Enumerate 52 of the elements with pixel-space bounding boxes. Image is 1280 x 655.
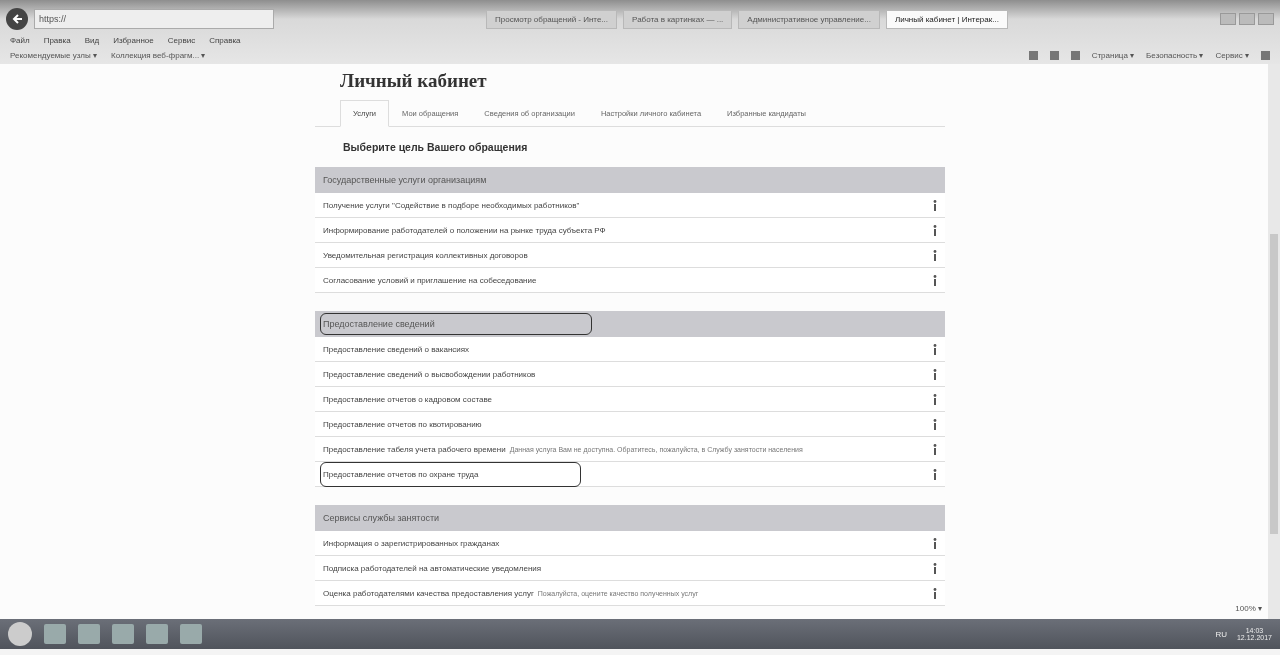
menu-item[interactable]: Сервис — [167, 36, 196, 45]
browser-tab[interactable]: Личный кабинет | Интерак... — [885, 9, 1008, 29]
service-label: Информирование работодателей о положении на рынке труда субъекта РФ — [323, 225, 606, 235]
zoom-level[interactable]: 100% ▾ — [1235, 604, 1262, 613]
menu-item[interactable]: Правка — [43, 36, 71, 45]
service-label: Согласование условий и приглашение на собеседование — [323, 275, 537, 285]
browser-tab[interactable]: Административное управление... — [738, 9, 880, 29]
address-field[interactable]: https:// — [34, 9, 274, 29]
service-label: Предоставление сведений о вакансиях — [323, 344, 470, 354]
service-label: Предоставление сведений о высвобождении работников — [323, 369, 536, 379]
category-title: Государственные услуги организациям — [323, 174, 488, 187]
info-icon[interactable] — [933, 224, 937, 236]
command-menu[interactable]: Сервис ▾ — [1215, 51, 1249, 60]
section-heading: Выберите цель Вашего обращения — [343, 141, 529, 153]
service-label: Предоставление отчетов по охране труда — [323, 464, 579, 484]
menu-item[interactable]: Файл — [10, 36, 30, 45]
menu-item[interactable]: Справка — [209, 36, 241, 45]
browser-tab[interactable]: Работа в картинках — ... — [623, 9, 733, 29]
language-indicator[interactable]: RU — [1215, 629, 1227, 639]
category-title: Сервисы службы занятости — [323, 512, 441, 525]
menu-item[interactable]: Вид — [84, 36, 100, 45]
service-row[interactable]: Предоставление отчетов по охране труда — [315, 462, 945, 487]
back-button[interactable] — [6, 8, 28, 30]
favorites-link[interactable]: Коллекция веб-фрагм... ▾ — [111, 51, 206, 60]
info-icon[interactable] — [933, 587, 937, 599]
service-label: Предоставление отчетов по квотированию — [323, 419, 482, 429]
service-label: Получение услуги "Содействие в подборе необходимых работников" — [323, 200, 580, 210]
browser-tab[interactable]: Просмотр обращений - Инте... — [486, 9, 618, 29]
info-icon[interactable] — [933, 468, 937, 480]
page-title: Личный кабинет — [340, 70, 488, 92]
start-button[interactable] — [8, 622, 32, 646]
back-arrow-icon — [11, 13, 23, 25]
info-icon[interactable] — [933, 537, 937, 549]
service-label: Информация о зарегистрированных гражданах — [323, 538, 500, 548]
info-icon[interactable] — [933, 343, 937, 355]
command-menu[interactable]: Страница ▾ — [1091, 51, 1135, 60]
info-icon[interactable] — [933, 393, 937, 405]
info-icon[interactable] — [933, 418, 937, 430]
service-label: Предоставление отчетов о кадровом составе — [323, 394, 492, 404]
menu-item[interactable]: Избранное — [113, 36, 154, 45]
scrollbar[interactable] — [1268, 64, 1280, 619]
command-menu[interactable]: Безопасность ▾ — [1146, 51, 1204, 60]
service-label: Уведомительная регистрация коллективных договоров — [323, 250, 528, 260]
favorites-link[interactable]: Рекомендуемые узлы ▾ — [10, 51, 97, 60]
info-icon[interactable] — [933, 274, 937, 286]
info-icon[interactable] — [933, 199, 937, 211]
info-icon[interactable] — [933, 562, 937, 574]
info-icon[interactable] — [933, 368, 937, 380]
service-label: Подписка работодателей на автоматические уведомления — [323, 563, 542, 573]
category-title: Предоставление сведений — [323, 316, 589, 332]
info-icon[interactable] — [933, 443, 937, 455]
info-icon[interactable] — [933, 249, 937, 261]
